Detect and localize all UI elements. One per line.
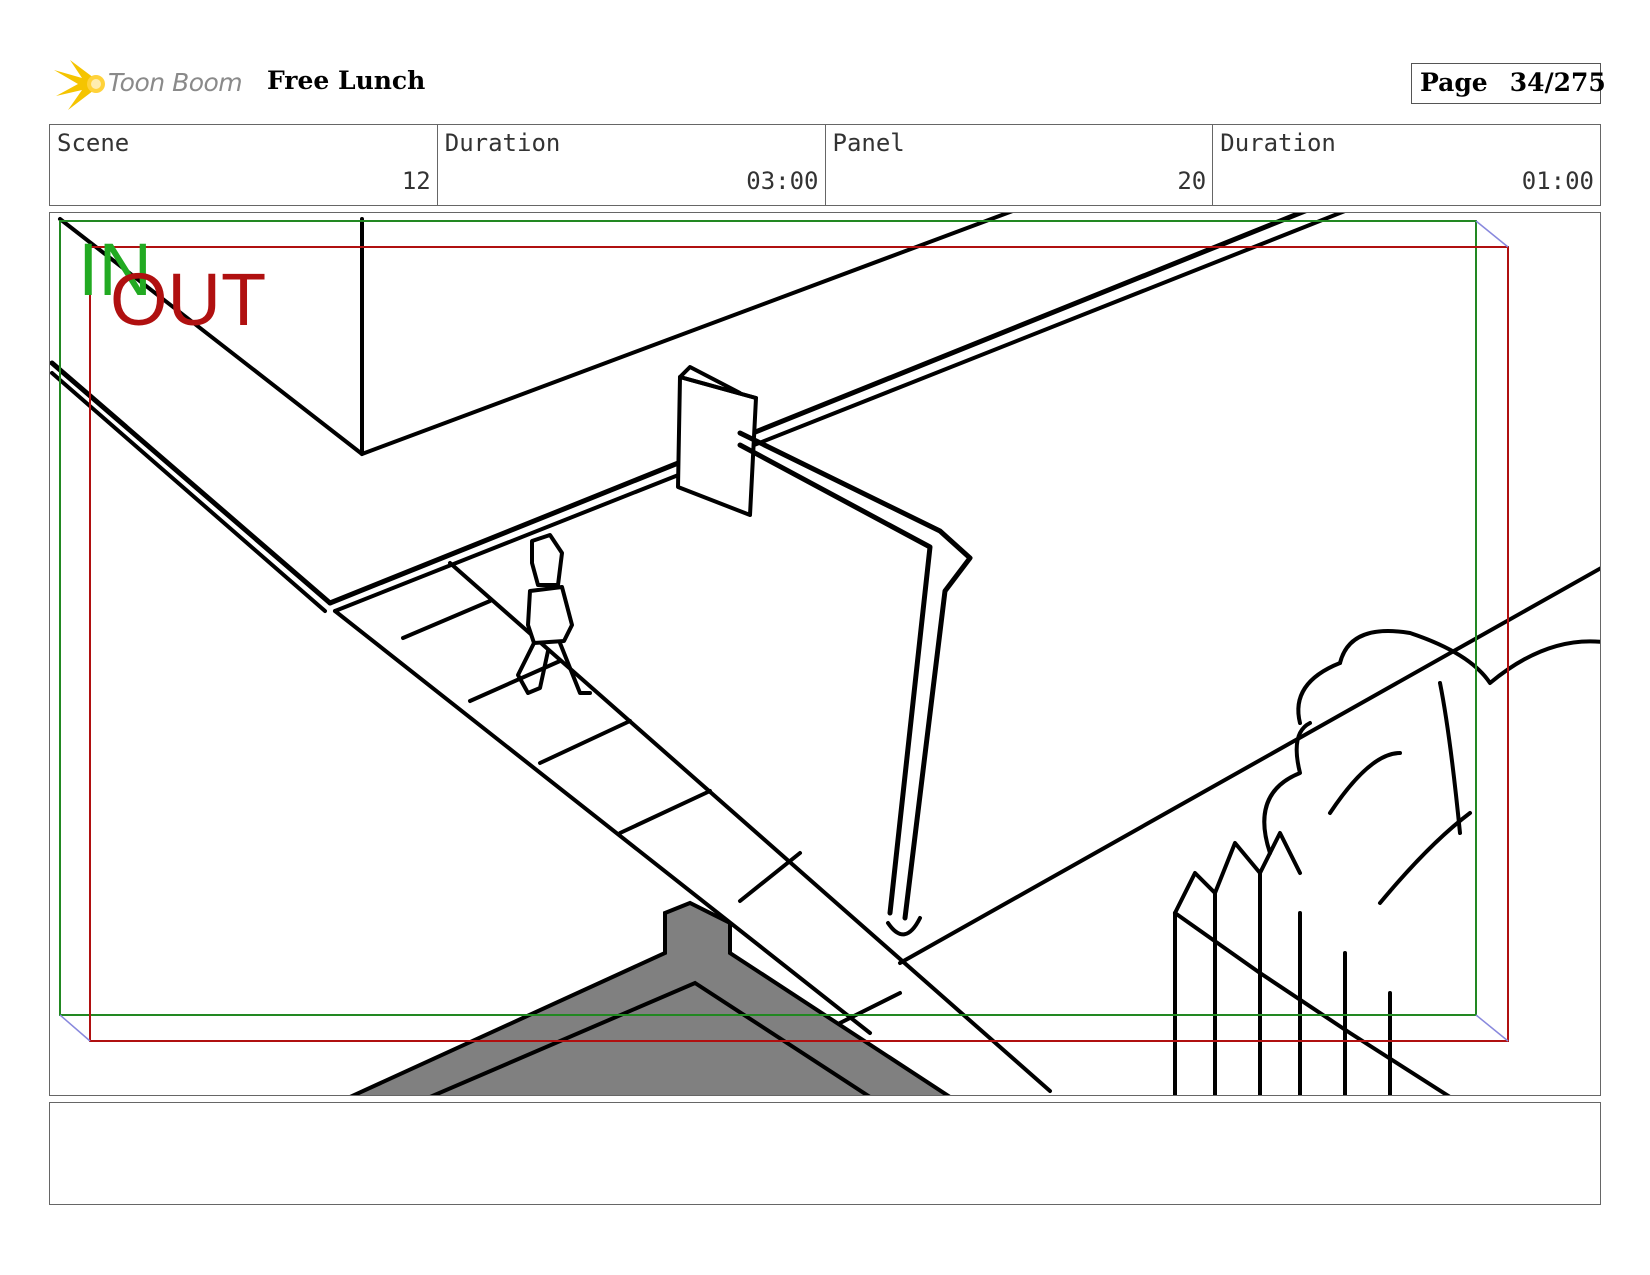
- scene-duration-cell: Duration 03:00: [438, 125, 826, 205]
- scene-cell: Scene 12: [50, 125, 438, 205]
- page-number: 34/275: [1509, 68, 1606, 97]
- out-frame-label: OUT: [110, 258, 267, 341]
- panel-duration-cell: Duration 01:00: [1213, 125, 1600, 205]
- page-label: Page: [1420, 68, 1488, 97]
- panel-value: 20: [1177, 167, 1207, 195]
- scene-duration-label: Duration: [444, 129, 561, 157]
- scene-duration-value: 03:00: [746, 167, 819, 195]
- scene-value: 12: [401, 167, 431, 195]
- panel-label: Panel: [832, 129, 905, 157]
- toon-boom-logo: Toon Boom: [52, 56, 252, 114]
- panel-duration-value: 01:00: [1521, 167, 1594, 195]
- panel-cell: Panel 20: [826, 125, 1214, 205]
- starburst-icon: [54, 60, 105, 110]
- project-title: Free Lunch: [267, 66, 426, 95]
- panel-drawing: [50, 213, 1600, 1095]
- panel-notes-box: [49, 1102, 1601, 1205]
- logo-text: Toon Boom: [108, 68, 243, 97]
- panel-duration-label: Duration: [1220, 129, 1336, 157]
- storyboard-panel-frame: IN OUT: [49, 212, 1601, 1096]
- scene-info-table: Scene 12 Duration 03:00 Panel 20 Duratio…: [49, 124, 1601, 206]
- page-indicator: Page 34/275: [1411, 63, 1606, 104]
- scene-label: Scene: [57, 129, 130, 157]
